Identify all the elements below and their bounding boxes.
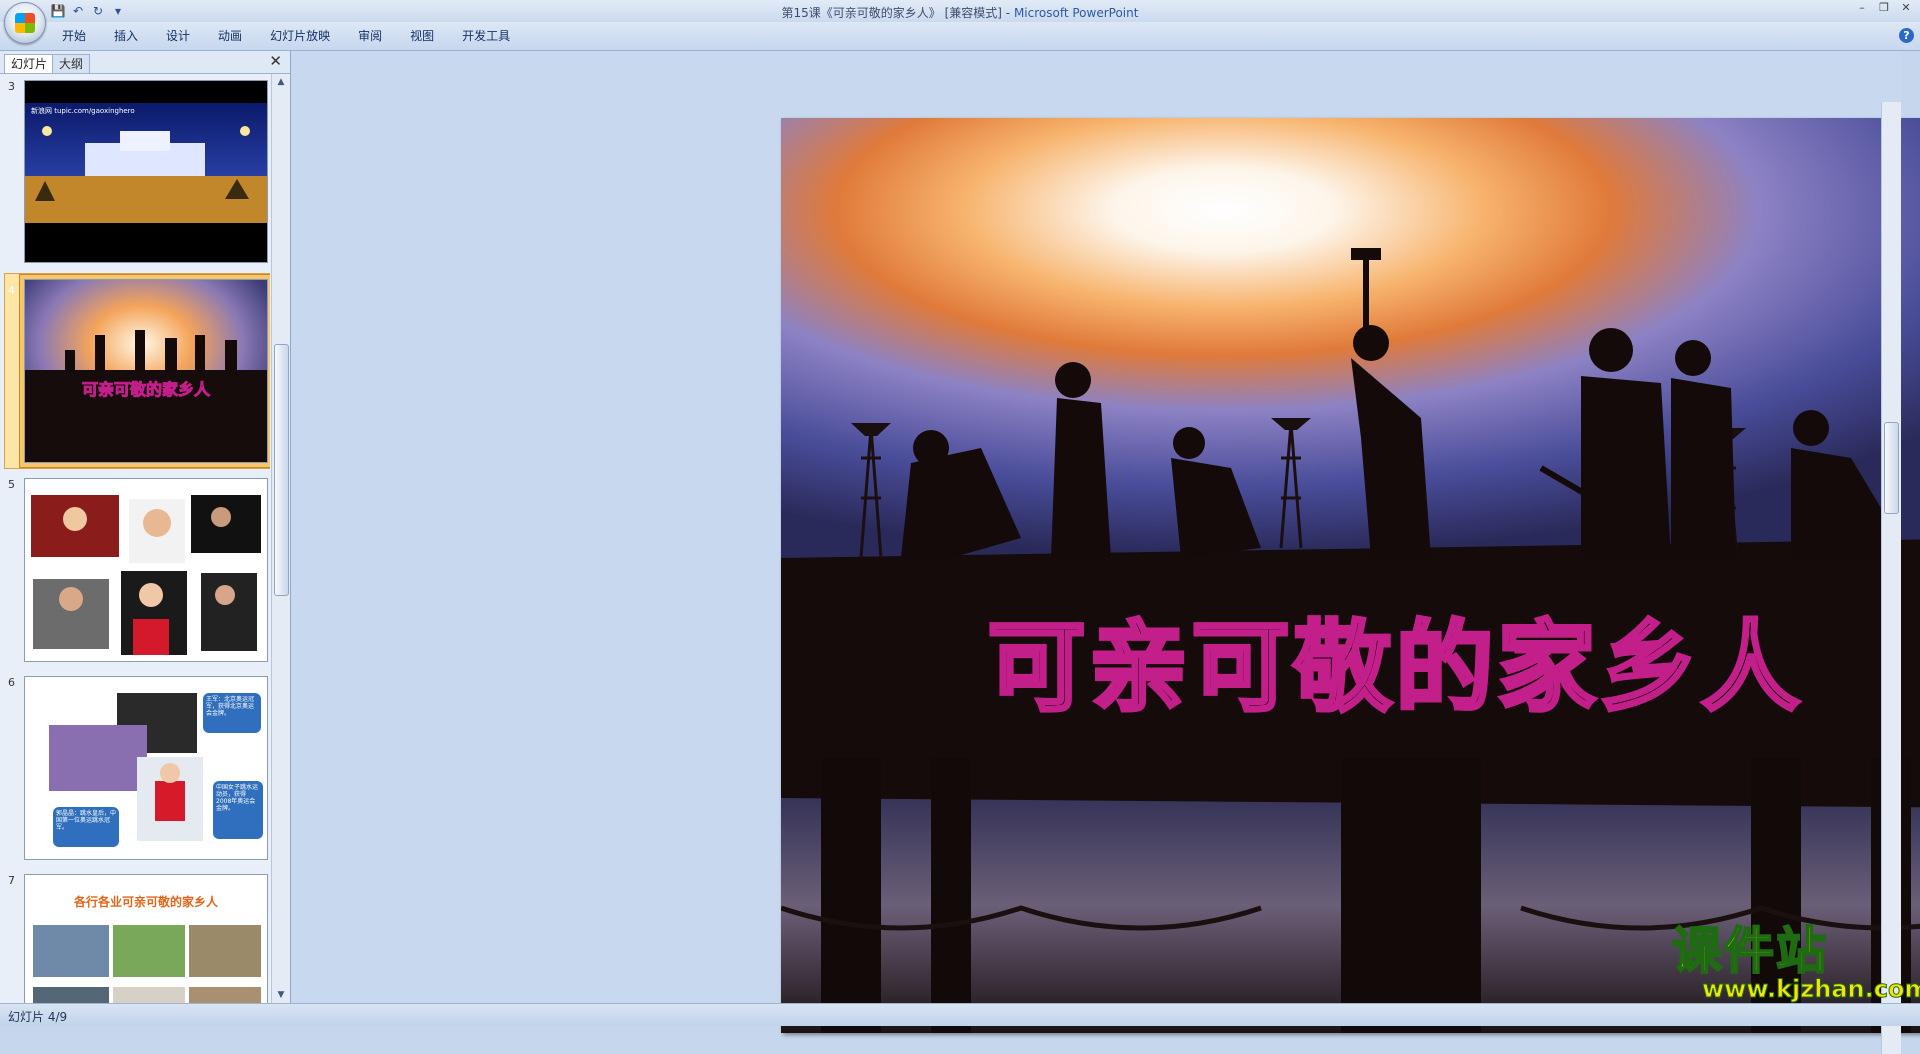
thumbnail-caption: 新浪网 tupic.com/gaoxinghero (31, 107, 135, 115)
document-name: 第15课《可亲可敬的家乡人》 [兼容模式] - (781, 6, 1014, 20)
thumbnail-number: 6 (8, 676, 15, 689)
slide-editing-area: 可亲可敬的家乡人 (291, 51, 1920, 1054)
slide-thumbnail-7[interactable]: 各行各业可亲可敬的家乡人 (24, 874, 268, 1003)
slide-scrollbar[interactable] (1881, 102, 1901, 1054)
thumbnail-number: 3 (8, 80, 15, 93)
scroll-down-icon[interactable]: ▼ (272, 987, 290, 1003)
window-title: 第15课《可亲可敬的家乡人》 [兼容模式] - Microsoft PowerP… (0, 4, 1920, 21)
current-slide[interactable]: 可亲可敬的家乡人 (781, 118, 1920, 1033)
speech-bubble: 郭晶晶：跳水皇后，中国第一位奥运跳水冠军。 (53, 807, 119, 847)
thumbnail-5-image (31, 495, 261, 655)
tab-insert[interactable]: 插入 (100, 28, 152, 44)
slide-thumbnail-6[interactable]: 王军：北京奥运冠军，获得北京奥运会金牌。 中国女子跳水运动员，获得2008年奥运… (24, 676, 268, 860)
tab-home[interactable]: 开始 (48, 28, 100, 44)
ribbon-tab-bar: 开始 插入 设计 动画 幻灯片放映 审阅 视图 开发工具 ? (0, 22, 1920, 51)
minimize-button[interactable]: – (1852, 1, 1872, 15)
watermark-url: www.kjzhan.com (1701, 975, 1920, 1003)
thumbnail-number: 5 (8, 478, 15, 491)
window-controls: – ❐ ✕ (1852, 1, 1916, 15)
slide-background-image (781, 118, 1920, 1033)
tab-animations[interactable]: 动画 (204, 28, 256, 44)
help-icon[interactable]: ? (1899, 28, 1914, 43)
thumbnail-number: 4 (8, 284, 15, 297)
tab-design[interactable]: 设计 (152, 28, 204, 44)
speech-bubble: 王军：北京奥运冠军，获得北京奥运会金牌。 (203, 693, 261, 733)
tab-developer[interactable]: 开发工具 (448, 28, 524, 44)
pane-tab-bar: 幻灯片 大纲 ✕ (0, 51, 290, 74)
office-button[interactable] (4, 2, 46, 44)
status-bar: 幻灯片 4/9 (0, 1003, 1920, 1026)
watermark-logo: 课件站 www.kjzhan.com (1671, 922, 1920, 1004)
scroll-thumb[interactable] (274, 344, 289, 596)
thumbnail-scrollbar[interactable]: ▲ ▼ (271, 74, 290, 1003)
office-logo-icon (15, 13, 35, 33)
tab-slides[interactable]: 幻灯片 (4, 54, 55, 73)
scroll-up-icon[interactable]: ▲ (272, 74, 290, 90)
speech-bubble: 中国女子跳水运动员，获得2008年奥运会金牌。 (213, 781, 263, 839)
watermark-text: 课件站 (1671, 922, 1828, 980)
thumbnail-title: 各行各业可亲可敬的家乡人 (73, 895, 218, 909)
slide-scroll-thumb[interactable] (1884, 422, 1899, 514)
thumbnail-list: 3 新浪网 tupic.com/gaoxinghero 4 可亲可敬的家乡人 5… (0, 74, 270, 1003)
thumbnail-title: 可亲可敬的家乡人 (81, 380, 210, 400)
thumbnail-4-image (25, 280, 267, 462)
close-button[interactable]: ✕ (1896, 1, 1916, 15)
slide-counter: 幻灯片 4/9 (8, 1010, 68, 1024)
application-name: Microsoft PowerPoint (1013, 6, 1139, 20)
title-bar: 💾 ↶ ↻ ▾ 第15课《可亲可敬的家乡人》 [兼容模式] - Microsof… (0, 0, 1920, 44)
tab-outline[interactable]: 大纲 (52, 54, 91, 73)
slide-thumbnail-4[interactable]: 可亲可敬的家乡人 (24, 279, 268, 463)
slide-thumbnail-5[interactable] (24, 478, 268, 662)
thumbnail-number: 7 (8, 874, 15, 887)
tab-slide-show[interactable]: 幻灯片放映 (256, 28, 344, 44)
close-pane-icon[interactable]: ✕ (269, 54, 282, 69)
slides-pane: 幻灯片 大纲 ✕ 3 新浪网 tupic.com/gaoxinghero 4 可… (0, 51, 291, 1003)
restore-button[interactable]: ❐ (1874, 1, 1894, 15)
slide-title[interactable]: 可亲可敬的家乡人 (781, 588, 1920, 730)
tab-review[interactable]: 审阅 (344, 28, 396, 44)
slide-thumbnail-3[interactable]: 新浪网 tupic.com/gaoxinghero (24, 80, 268, 263)
ribbon-tabs: 开始 插入 设计 动画 幻灯片放映 审阅 视图 开发工具 (48, 28, 524, 44)
tab-view[interactable]: 视图 (396, 28, 448, 44)
